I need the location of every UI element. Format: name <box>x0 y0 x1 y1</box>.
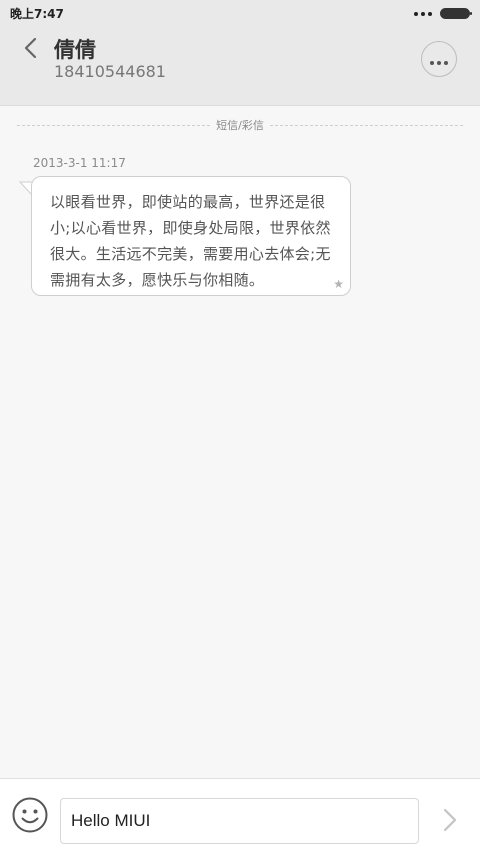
divider-line-right <box>269 124 463 126</box>
star-icon: ★ <box>333 277 344 291</box>
status-indicators <box>414 8 472 19</box>
contact-number: 18410544681 <box>54 62 166 81</box>
status-time: 晚上7:47 <box>10 7 64 21</box>
status-bar: 晚上7:47 <box>0 0 480 27</box>
compose-bar <box>0 778 480 853</box>
back-button[interactable] <box>16 33 44 63</box>
message-text: 以眼看世界，即使站的最高，世界还是很小;以心看世界，即使身处局限，世界依然很大。… <box>50 193 331 289</box>
message-type-divider: 短信/彩信 <box>17 116 463 134</box>
more-horizontal-icon <box>429 50 450 69</box>
message-bubble[interactable]: 以眼看世界，即使站的最高，世界还是很小;以心看世界，即使身处局限，世界依然很大。… <box>31 176 351 296</box>
contact-name: 倩倩 <box>54 38 96 62</box>
emoji-button[interactable] <box>11 796 49 834</box>
chevron-left-icon <box>24 37 37 59</box>
divider-line-left <box>17 124 211 126</box>
send-button[interactable] <box>438 805 462 835</box>
battery-icon <box>440 8 472 19</box>
more-options-button[interactable] <box>421 41 457 77</box>
conversation-header: 倩倩 18410544681 <box>0 27 480 106</box>
message-timestamp: 2013-3-1 11:17 <box>33 156 126 170</box>
smiley-icon <box>12 797 48 833</box>
notification-dots-icon <box>414 11 432 16</box>
chevron-right-icon <box>443 808 457 832</box>
sms-conversation-screen: 晚上7:47 倩倩 18410544681 短信/彩信 2013-3-1 11:… <box>0 0 480 853</box>
message-input[interactable] <box>60 798 419 844</box>
message-type-label: 短信/彩信 <box>216 119 264 132</box>
